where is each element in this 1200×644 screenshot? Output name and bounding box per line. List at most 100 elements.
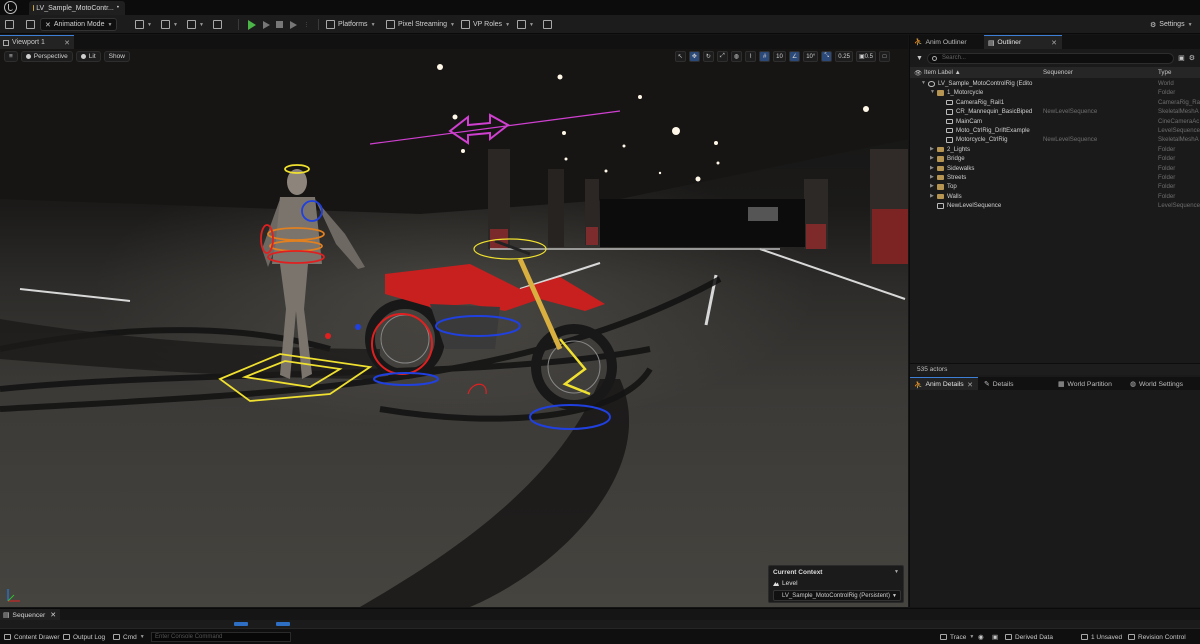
eject-button[interactable]	[290, 18, 297, 31]
perspective-button[interactable]: Perspective	[20, 50, 73, 62]
select-tool[interactable]: ↖	[674, 51, 686, 62]
camera-speed-button[interactable]: ▣ 0.5	[855, 51, 876, 62]
scale-snap-value[interactable]: 0.25	[835, 51, 853, 62]
chevron-right-icon[interactable]: ▶	[930, 146, 934, 152]
scale-snap-toggle[interactable]: ⤡	[821, 51, 833, 62]
surface-snap-toggle[interactable]: ⌇	[745, 51, 757, 62]
folder-icon	[26, 20, 35, 29]
add-folder-icon[interactable]: ▣	[1178, 54, 1185, 62]
outliner-row-label: 1_Motorcycle	[947, 89, 984, 97]
simulate-button[interactable]	[263, 18, 270, 31]
settings-button[interactable]: ⚙ Settings ▼	[1150, 18, 1193, 31]
outliner-row[interactable]: Moto_CtrlRig_DriftExample LevelSequence	[910, 126, 1200, 135]
tab-outliner[interactable]: ▤ Outliner ✕	[984, 35, 1062, 49]
save-button[interactable]	[5, 18, 14, 31]
play-options-button[interactable]: ⋮	[304, 18, 309, 31]
sequencer-key-button[interactable]	[276, 622, 290, 626]
outliner-row[interactable]: CameraRig_Rail1 CameraRig_Rai	[910, 98, 1200, 107]
build-button[interactable]	[213, 18, 222, 31]
content-browser-button[interactable]	[26, 18, 35, 31]
console-command-input[interactable]: Enter Console Command	[151, 632, 291, 642]
tab-anim-details[interactable]: ⛹ Anim Details ✕	[910, 377, 978, 391]
outliner-search-input[interactable]: Search...	[926, 52, 1175, 64]
mode-select-button[interactable]: ✕ Animation Mode ▼	[40, 18, 118, 31]
outliner-row-type: LevelSequence	[1158, 126, 1200, 134]
chevron-right-icon[interactable]: ▶	[930, 174, 934, 180]
rotation-snap-value[interactable]: 10°	[803, 51, 819, 62]
unreal-logo-icon[interactable]	[4, 1, 17, 14]
level-tab[interactable]: LV_Sample_MotoContr... •	[29, 1, 125, 15]
close-icon[interactable]: ✕	[1051, 39, 1057, 47]
blueprint-button[interactable]: ▼	[161, 18, 178, 31]
rotation-snap-toggle[interactable]: ∠	[788, 51, 801, 62]
close-icon[interactable]: ✕	[50, 611, 56, 619]
tab-details-label: Details	[992, 380, 1014, 388]
column-sequencer[interactable]: Sequencer	[1043, 69, 1073, 76]
outliner-row[interactable]: MainCam CineCameraAc	[910, 117, 1200, 126]
unsaved-button[interactable]: 1 Unsaved	[1081, 632, 1122, 642]
outliner-row[interactable]: Motorcycle_CtrlRig NewLevelSequence Skelet…	[910, 135, 1200, 144]
revision-control-button[interactable]: Revision Control	[1128, 632, 1186, 642]
cmd-button[interactable]: Cmd ▼	[113, 632, 145, 642]
tab-world-partition[interactable]: ▦ World Partition	[1054, 377, 1126, 391]
derived-data-button[interactable]: Derived Data	[1005, 632, 1053, 642]
stop-button[interactable]	[276, 18, 283, 31]
chevron-down-icon[interactable]: ▼	[921, 80, 926, 86]
chevron-down-icon[interactable]: ▼	[930, 89, 935, 95]
chevron-right-icon[interactable]: ▶	[930, 165, 934, 171]
record-trace-button[interactable]: ◉	[978, 632, 984, 642]
show-button[interactable]: Show	[103, 50, 130, 62]
sequencer-playhead-button[interactable]	[234, 622, 248, 626]
visibility-column-icon[interactable]: 👁	[914, 69, 922, 77]
tab-anim-outliner[interactable]: ⛹ Anim Outliner	[910, 35, 982, 49]
level-viewport[interactable]: ≡ Perspective Lit Show ↖ ✥ ↻ ⤢ ◍ ⌇ # 10 …	[0, 49, 908, 607]
tab-world-settings-label: World Settings	[1138, 380, 1184, 388]
lit-button[interactable]: Lit	[75, 50, 101, 62]
layout-button[interactable]	[543, 18, 552, 31]
rotate-tool[interactable]: ↻	[702, 51, 714, 62]
tab-details[interactable]: ✎ Details	[980, 377, 1050, 391]
grid-snap-toggle[interactable]: #	[759, 51, 771, 62]
outliner-row[interactable]: CR_Mannequin_BasicBiped NewLevelSequence S…	[910, 107, 1200, 116]
outliner-row[interactable]: ▼ LV_Sample_MotoControlRig (Edito World	[910, 79, 1200, 88]
outliner-row[interactable]: ▶ Top Folder	[910, 182, 1200, 191]
maximize-viewport-button[interactable]: □	[879, 51, 890, 62]
close-icon[interactable]: ✕	[967, 381, 973, 389]
outliner-row[interactable]: ▶ Walls Folder	[910, 192, 1200, 201]
screenshot-trace-button[interactable]: ▣	[992, 632, 998, 642]
cinematics-button[interactable]: ▼	[187, 18, 204, 31]
content-drawer-button[interactable]: Content Drawer	[4, 632, 60, 642]
viewport-options-button[interactable]: ≡	[4, 50, 18, 62]
trace-button[interactable]: Trace ▼	[940, 632, 974, 642]
platforms-button[interactable]: Platforms ▼	[326, 18, 376, 31]
filter-icon[interactable]: ▼	[916, 55, 923, 62]
level-select[interactable]: LV_Sample_MotoControlRig (Persistent) ▼	[773, 590, 901, 601]
rig-tool-button[interactable]: ▼	[517, 18, 534, 31]
outliner-row[interactable]: ▶ Bridge Folder	[910, 154, 1200, 163]
chevron-right-icon[interactable]: ▶	[930, 183, 934, 189]
scale-tool[interactable]: ⤢	[716, 51, 728, 62]
chevron-right-icon[interactable]: ▶	[930, 155, 934, 161]
details-tabs: ⛹ Anim Details ✕ ✎ Details ▦ World Parti…	[910, 377, 1200, 391]
tab-viewport-1[interactable]: Viewport 1 ✕	[0, 35, 74, 49]
play-button[interactable]	[248, 18, 256, 31]
outliner-row[interactable]: ▶ Streets Folder	[910, 173, 1200, 182]
close-icon[interactable]: ✕	[64, 39, 70, 47]
pixel-streaming-button[interactable]: Pixel Streaming ▼	[386, 18, 455, 31]
translate-tool[interactable]: ✥	[688, 51, 700, 62]
outliner-row[interactable]: NewLevelSequence LevelSequence	[910, 201, 1200, 210]
tab-world-settings[interactable]: ◍ World Settings	[1126, 377, 1200, 391]
outliner-row[interactable]: ▼ 1_Motorcycle Folder	[910, 88, 1200, 97]
output-log-button[interactable]: Output Log	[63, 632, 105, 642]
outliner-row[interactable]: ▶ 2_Lights Folder	[910, 145, 1200, 154]
chevron-right-icon[interactable]: ▶	[930, 193, 934, 199]
outliner-row[interactable]: ▶ Sidewalks Folder	[910, 164, 1200, 173]
column-item-label[interactable]: Item Label ▲	[924, 69, 961, 76]
grid-snap-value[interactable]: 10	[773, 51, 786, 62]
chevron-down-icon[interactable]: ▼	[894, 569, 899, 575]
gear-icon[interactable]: ⚙	[1189, 54, 1195, 62]
vp-roles-button[interactable]: VP Roles ▼	[461, 18, 510, 31]
add-actor-button[interactable]: ▼	[135, 18, 152, 31]
world-space-toggle[interactable]: ◍	[730, 51, 743, 62]
column-type[interactable]: Type	[1158, 69, 1171, 76]
